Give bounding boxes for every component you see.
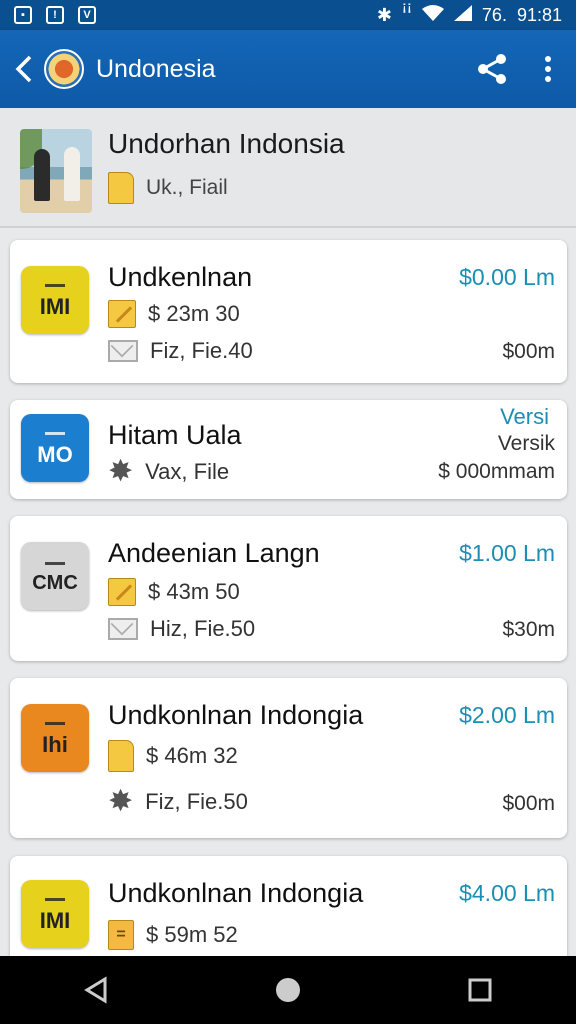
nav-home-button[interactable] <box>258 960 318 1020</box>
header-title: Undorhan Indonsia <box>108 128 345 159</box>
share-icon <box>478 54 506 84</box>
alert-icon: ! <box>46 6 64 24</box>
bluetooth-icon: ✱ <box>376 4 392 25</box>
item-price: $4.00 Lm <box>459 880 555 906</box>
app-bar: Undonesia <box>0 30 576 108</box>
item-line2-value: $00m <box>502 792 555 815</box>
header-subtitle-row: Uk., Fiail <box>108 172 228 204</box>
item-line1-value: $ 000mmam <box>438 460 555 483</box>
gear-icon: ✸ <box>108 785 134 818</box>
list-item[interactable]: ▬▬ Ihi Undkonlnan Indongia $2.00 Lm $ 46m… <box>10 678 567 838</box>
file-icon <box>108 172 134 204</box>
list-item[interactable]: ▬▬ IMI Undkonlnan Indongia $4.00 Lm = $ 5… <box>10 856 567 966</box>
item-title: Undkonlnan Indongia <box>108 878 364 908</box>
document-icon: = <box>108 920 134 950</box>
status-left: ▪ ! V <box>14 6 96 24</box>
back-arrow-icon <box>15 55 32 83</box>
header-subtitle: Uk., Fiail <box>146 176 228 199</box>
item-title: Undkonlnan Indongia <box>108 700 364 730</box>
nav-back-button[interactable] <box>66 960 126 1020</box>
item-line1-text: $ 46m 32 <box>146 743 238 768</box>
item-app-icon: ▬▬ CMC <box>21 542 89 610</box>
nav-recents-icon <box>468 978 492 1002</box>
system-nav-bar <box>0 956 576 1024</box>
nav-back-icon <box>84 976 107 1004</box>
share-button[interactable] <box>464 30 520 108</box>
item-price: $1.00 Lm <box>459 540 555 566</box>
item-line1-text: $ 59m 52 <box>146 922 238 947</box>
item-line1: $ 23m 30 <box>108 300 240 328</box>
header-section <box>0 108 576 228</box>
page-title: Undonesia <box>96 54 216 83</box>
mail-icon <box>108 340 138 362</box>
item-app-icon: ▬▬ Ihi <box>21 704 89 772</box>
wifi-icon <box>421 4 444 26</box>
carrier-text: 76. <box>481 4 507 25</box>
nav-recents-button[interactable] <box>450 960 510 1020</box>
item-price: $0.00 Lm <box>459 264 555 290</box>
vibrate-icon: V <box>78 6 96 24</box>
signal-icon: ꜞꜞ <box>401 4 412 25</box>
item-line2: Fiz, Fie.40 <box>108 338 253 364</box>
item-line1: = $ 59m 52 <box>108 920 238 950</box>
pencil-icon <box>108 578 136 606</box>
item-line2: Hiz, Fie.50 <box>108 616 255 642</box>
status-right: ✱ ꜞꜞ 76. 91:81 <box>376 4 562 26</box>
item-line1-text: $ 23m 30 <box>148 301 240 326</box>
header-photo <box>20 129 92 213</box>
item-line2-value: $00m <box>502 340 555 363</box>
overflow-menu-icon <box>545 56 551 82</box>
item-price-sub: Versik <box>497 432 555 455</box>
cellular-icon <box>453 4 472 26</box>
nav-home-icon <box>276 978 300 1002</box>
list-item[interactable]: ▬▬ CMC Andeenian Langn $1.00 Lm $ 43m 50 … <box>10 516 567 661</box>
overflow-menu-button[interactable] <box>520 30 576 108</box>
file-icon <box>108 740 134 772</box>
item-app-icon: ▬▬ MO <box>21 414 89 482</box>
status-bar: ▪ ! V ✱ ꜞꜞ 76. 91:81 <box>0 0 576 30</box>
item-line2-text: Fiz, Fie.50 <box>145 789 248 814</box>
item-title: Andeenian Langn <box>108 538 320 568</box>
item-line1-text: Vax, File <box>145 459 230 484</box>
item-title: Undkenlnan <box>108 262 253 292</box>
back-button[interactable] <box>4 30 44 108</box>
item-line1: $ 46m 32 <box>108 740 238 772</box>
sim-icon: ▪ <box>14 6 32 24</box>
item-app-icon: ▬▬ IMI <box>21 880 89 948</box>
item-line2-value: $30m <box>502 618 555 641</box>
app-logo <box>44 49 84 89</box>
list-item[interactable]: ▬▬ IMI Undkenlnan $0.00 Lm $ 23m 30 Fiz, … <box>10 240 567 383</box>
item-title: Hitam Uala <box>108 420 242 450</box>
item-app-icon: ▬▬ IMI <box>21 266 89 334</box>
list-item[interactable]: ▬▬ MO Hitam Uala Versi Versik ✸ Vax, File… <box>10 400 567 499</box>
item-price: Versi <box>500 404 549 429</box>
item-line2-text: Fiz, Fie.40 <box>150 338 253 363</box>
pencil-icon <box>108 300 136 328</box>
item-line1: $ 43m 50 <box>108 578 240 606</box>
clock: 91:81 <box>516 4 562 25</box>
item-line1: ✸ Vax, File <box>108 455 230 488</box>
item-line1-text: $ 43m 50 <box>148 579 240 604</box>
gear-icon: ✸ <box>108 455 134 488</box>
mail-icon <box>108 618 138 640</box>
item-line2: ✸ Fiz, Fie.50 <box>108 785 248 818</box>
item-line2-text: Hiz, Fie.50 <box>150 616 256 641</box>
item-price: $2.00 Lm <box>459 702 555 728</box>
